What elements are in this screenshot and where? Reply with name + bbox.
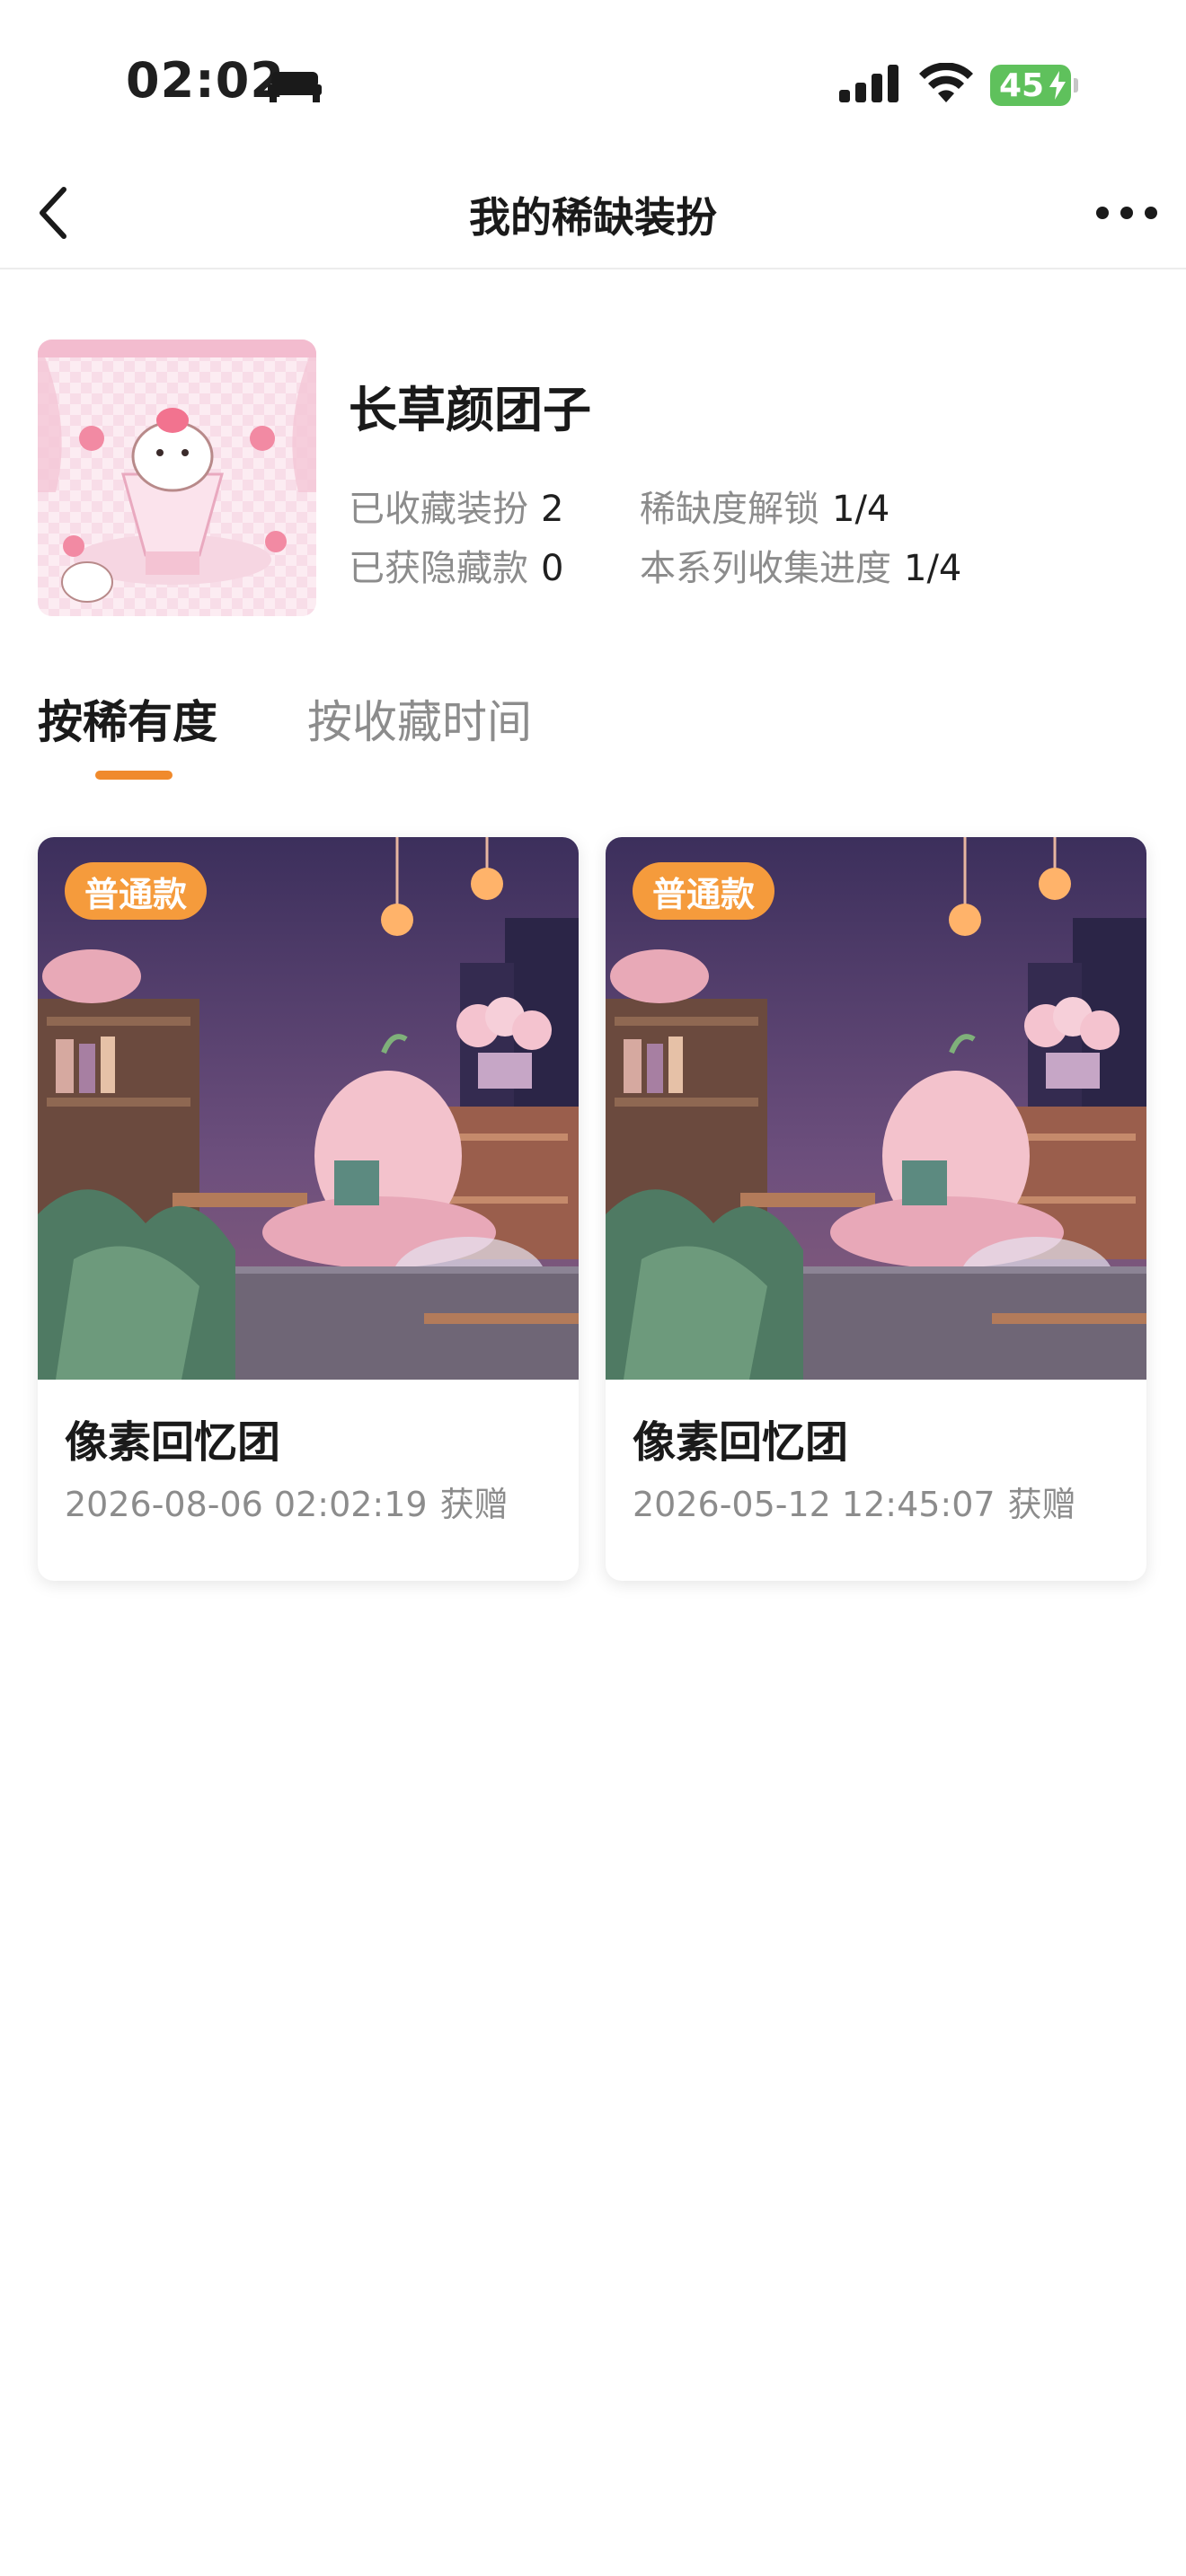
stat-value: 2 <box>541 489 564 530</box>
series-name: 长草颜团子 <box>349 382 591 438</box>
charging-bolt-icon <box>1049 71 1066 100</box>
tab-indicator <box>95 771 173 780</box>
stat-series-progress: 本系列收集进度 1/4 <box>640 539 961 591</box>
series-cover-image <box>38 340 316 616</box>
signal-icon <box>839 65 898 102</box>
wifi-icon <box>919 63 973 102</box>
item-card[interactable]: 普通款 像素回忆团 2026-05-12 12:45:07 获赠 <box>606 837 1146 1581</box>
stat-rarity-unlocked: 稀缺度解锁 1/4 <box>640 480 890 532</box>
item-action: 获赠 <box>1007 1485 1076 1524</box>
item-action: 获赠 <box>439 1485 509 1524</box>
item-meta: 2026-05-12 12:45:07 获赠 <box>633 1477 1076 1526</box>
stat-hidden-obtained: 已获隐藏款 0 <box>349 539 563 591</box>
more-button[interactable] <box>1082 181 1172 244</box>
more-icon <box>1096 207 1157 219</box>
tab-by-collect-time[interactable]: 按收藏时间 <box>307 686 532 751</box>
stat-value: 0 <box>541 548 564 589</box>
stat-label: 已收藏装扮 <box>349 489 528 530</box>
item-title: 像素回忆团 <box>633 1417 849 1468</box>
nav-bar: 我的稀缺装扮 <box>0 158 1186 269</box>
status-bar: 02:02 45 <box>0 0 1186 158</box>
stat-label: 已获隐藏款 <box>349 548 528 589</box>
rarity-badge: 普通款 <box>65 862 208 920</box>
item-time: 2026-08-06 02:02:19 <box>65 1485 428 1524</box>
battery-level: 45 <box>999 66 1045 104</box>
item-meta: 2026-08-06 02:02:19 获赠 <box>65 1477 509 1526</box>
rarity-badge: 普通款 <box>633 862 775 920</box>
status-time: 02:02 <box>126 52 285 109</box>
page-title: 我的稀缺装扮 <box>469 193 717 242</box>
battery-icon: 45 <box>990 65 1078 106</box>
item-title: 像素回忆团 <box>65 1417 281 1468</box>
stat-label: 稀缺度解锁 <box>640 489 819 530</box>
tab-by-rarity[interactable]: 按稀有度 <box>38 686 217 751</box>
stat-value: 1/4 <box>904 548 962 589</box>
item-card[interactable]: 普通款 像素回忆团 2026-08-06 02:02:19 获赠 <box>38 837 579 1581</box>
stat-value: 1/4 <box>832 489 890 530</box>
bed-icon <box>268 72 322 102</box>
stat-collected: 已收藏装扮 2 <box>349 480 563 532</box>
stat-label: 本系列收集进度 <box>640 548 891 589</box>
item-time: 2026-05-12 12:45:07 <box>633 1485 996 1524</box>
